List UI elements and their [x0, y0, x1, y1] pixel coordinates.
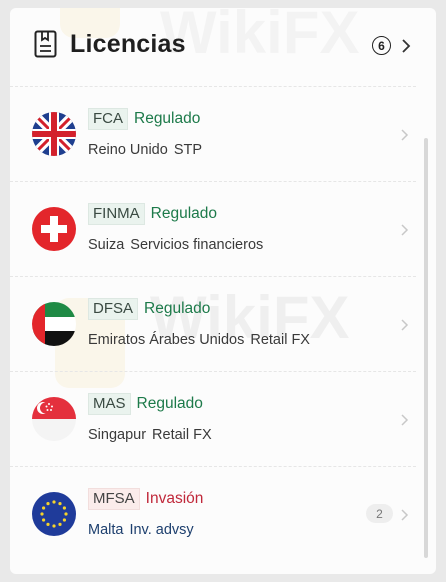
- count-badge: 2: [366, 504, 393, 523]
- license-code-tag: MAS: [88, 393, 131, 415]
- license-type: Servicios financieros: [130, 237, 264, 253]
- document-icon: [34, 30, 57, 58]
- singapore-flag-icon: [32, 397, 76, 441]
- chevron-right-icon[interactable]: [400, 38, 412, 54]
- chevron-right-icon: [401, 509, 409, 521]
- license-status: Regulado: [150, 205, 218, 222]
- license-country: Reino Unido: [88, 142, 168, 158]
- chevron-right-icon: [401, 129, 409, 141]
- chevron-right-icon: [401, 319, 409, 331]
- license-type: Retail FX: [152, 427, 212, 443]
- license-code-tag: DFSA: [88, 298, 139, 320]
- chevron-right-icon: [401, 224, 409, 236]
- license-code-tag: FCA: [88, 108, 128, 130]
- uk-flag-icon: [32, 112, 76, 156]
- license-description: Emiratos Árabes Unidos Retail FX: [88, 332, 310, 348]
- page-title: Licencias: [70, 30, 186, 58]
- license-list: FCA Regulado Reino Unido STP FINMA Regula…: [10, 86, 416, 561]
- licenses-header[interactable]: Licencias 6: [10, 8, 436, 86]
- switzerland-flag-icon: [32, 207, 76, 251]
- license-status: Regulado: [136, 395, 203, 412]
- license-description: Reino Unido STP: [88, 142, 202, 158]
- license-country: Suiza: [88, 237, 125, 253]
- license-type: STP: [173, 142, 203, 158]
- license-country: Emiratos Árabes Unidos: [88, 332, 245, 348]
- license-country: Malta: [88, 522, 124, 538]
- license-type: Inv. advsy: [129, 522, 194, 538]
- license-description: Malta Inv. advsy: [88, 522, 194, 538]
- license-count-badge: 6: [372, 36, 391, 55]
- eu-flag-icon: [32, 492, 76, 536]
- license-code-tag: FINMA: [88, 203, 145, 225]
- license-status: Regulado: [144, 300, 211, 317]
- license-row[interactable]: FCA Regulado Reino Unido STP: [10, 86, 416, 181]
- license-code-tag: MFSA: [88, 488, 140, 510]
- license-status: Regulado: [134, 110, 201, 127]
- license-row[interactable]: MAS Regulado Singapur Retail FX: [10, 371, 416, 466]
- license-row[interactable]: MFSA Invasión Malta Inv. advsy 2: [10, 466, 416, 561]
- license-description: Singapur Retail FX: [88, 427, 212, 443]
- license-status: Invasión: [145, 490, 204, 507]
- license-row[interactable]: FINMA Regulado Suiza Servicios financiero…: [10, 181, 416, 276]
- licenses-card: WikiFX WikiFX Licencias 6: [10, 8, 436, 574]
- license-country: Singapur: [88, 427, 147, 443]
- uae-flag-icon: [32, 302, 76, 346]
- license-row[interactable]: DFSA Regulado Emiratos Árabes Unidos Reta…: [10, 276, 416, 371]
- chevron-right-icon: [401, 414, 409, 426]
- license-type: Retail FX: [250, 332, 310, 348]
- license-description: Suiza Servicios financieros: [88, 237, 263, 253]
- scrollbar[interactable]: [424, 138, 428, 558]
